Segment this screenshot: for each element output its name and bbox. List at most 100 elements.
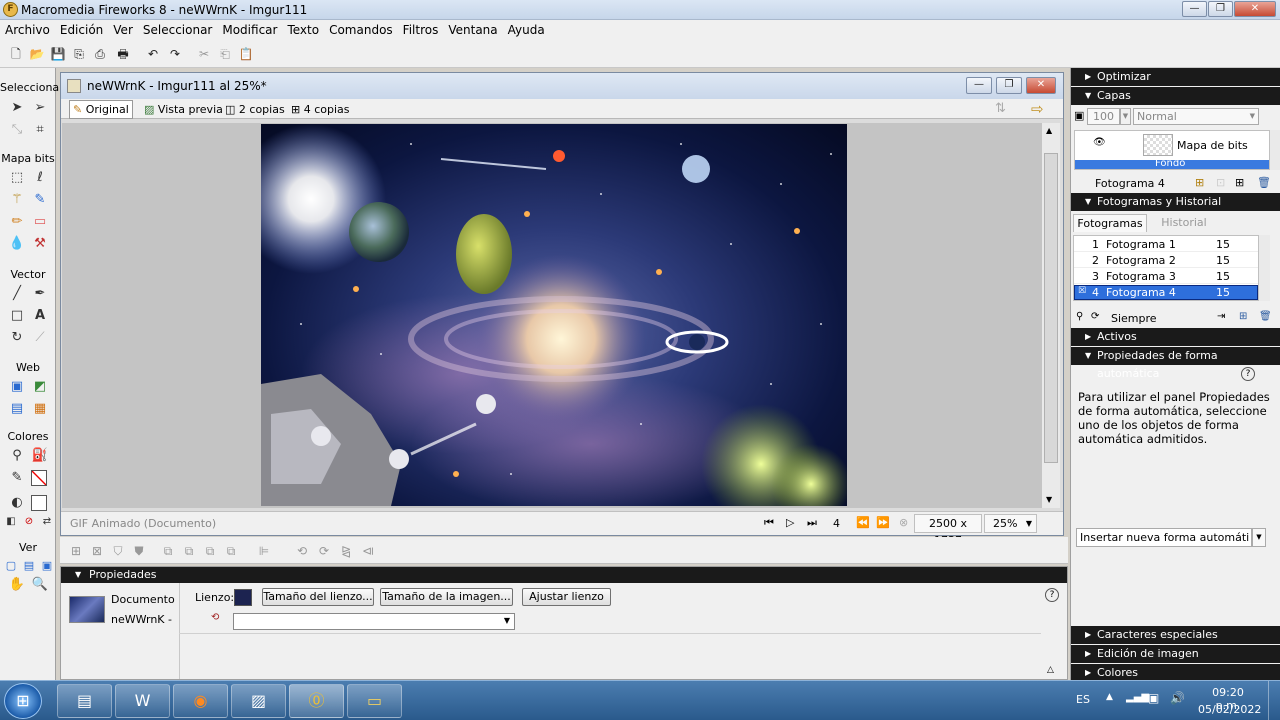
menu-ver[interactable]: Ver	[108, 20, 138, 40]
text-tool-icon[interactable]: A	[31, 307, 49, 325]
space-image[interactable]	[261, 124, 847, 506]
flip-vertical-icon[interactable]: ⧏	[360, 543, 376, 559]
split-icon[interactable]: ⛊	[131, 543, 147, 559]
bring-front-icon[interactable]: ⧉	[160, 543, 176, 559]
copy-icon[interactable]: ⎗	[217, 46, 233, 62]
doc-minimize-button[interactable]: —	[966, 77, 992, 94]
taskbar-folder-icon[interactable]: ▭	[347, 684, 402, 718]
frames-scrollbar[interactable]	[1259, 235, 1270, 301]
hide-slices-icon[interactable]: ▤	[8, 400, 26, 418]
layer-row-selected[interactable]: Fondo	[1075, 158, 1269, 169]
taskbar-firefox-icon[interactable]: ◉	[173, 684, 228, 718]
minimize-button[interactable]: —	[1182, 1, 1207, 17]
menu-seleccionar[interactable]: Seleccionar	[138, 20, 217, 40]
autoshape-panel-header[interactable]: ▼ Propiedades de forma automática	[1071, 347, 1280, 380]
doc-close-button[interactable]: ✕	[1026, 77, 1056, 94]
canvas-color-swatch[interactable]	[234, 589, 252, 606]
layer-lock-icon[interactable]: ▣	[1074, 109, 1084, 122]
eyedropper-tool-icon[interactable]: ⚲	[8, 447, 26, 465]
menu-filtros[interactable]: Filtros	[398, 20, 444, 40]
show-slices-icon[interactable]: ▦	[31, 400, 49, 418]
slice-tool-icon[interactable]: ◩	[31, 378, 49, 396]
paste-icon[interactable]: 📋	[238, 46, 254, 62]
cut-icon[interactable]: ✂	[196, 46, 212, 62]
frames-panel-header[interactable]: ▼ Fotogramas y Historial	[1071, 193, 1280, 211]
pencil-tool-icon[interactable]: ✏	[8, 213, 26, 231]
default-colors-icon[interactable]: ◧	[2, 513, 20, 531]
taskbar-word-icon[interactable]: W	[115, 684, 170, 718]
fill-color-swatch[interactable]	[31, 495, 47, 511]
scrollbar-thumb[interactable]	[1044, 153, 1058, 463]
rubber-stamp-icon[interactable]: ⚒	[31, 235, 49, 253]
marquee-tool-icon[interactable]: ⬚	[8, 169, 26, 187]
fullscreen-icon[interactable]: ▣	[38, 557, 56, 575]
join-icon[interactable]: ⛉	[110, 543, 126, 559]
special-chars-panel-header[interactable]: ▶ Caracteres especiales	[1071, 626, 1280, 644]
layers-panel-header[interactable]: ▼ Capas	[1071, 87, 1280, 105]
image-size-button[interactable]: Tamaño de la imagen...	[380, 588, 513, 606]
paint-bucket-icon[interactable]: ⛽	[31, 447, 49, 465]
menu-ventana[interactable]: Ventana	[443, 20, 502, 40]
canvas-area[interactable]	[62, 123, 1042, 508]
stop-icon[interactable]: ⊗	[899, 516, 908, 529]
blend-mode-select[interactable]: Normal ▼	[1133, 108, 1259, 125]
export-preview-icon[interactable]: ⇨	[1031, 100, 1044, 118]
print-icon[interactable]: 🖶	[115, 46, 131, 62]
opacity-field[interactable]: 100	[1087, 108, 1120, 125]
help-icon[interactable]: ?	[1045, 588, 1059, 602]
knife-tool-icon[interactable]: ⟋	[31, 329, 49, 347]
loop-icon[interactable]: ⟳	[1091, 311, 1099, 322]
scroll-up-arrow-icon[interactable]: ▲	[1046, 126, 1052, 135]
rotate-cw-icon[interactable]: ⟳	[316, 543, 332, 559]
send-back-icon[interactable]: ⧉	[223, 543, 239, 559]
group-icon[interactable]: ⊞	[68, 543, 84, 559]
freeform-tool-icon[interactable]: ↻	[8, 329, 26, 347]
rotate-ccw-icon[interactable]: ⟲	[294, 543, 310, 559]
menu-texto[interactable]: Texto	[282, 20, 324, 40]
standard-screen-icon[interactable]: ▢	[2, 557, 20, 575]
stroke-color-icon[interactable]: ✎	[8, 469, 26, 487]
magic-wand-icon[interactable]: ⚚	[8, 191, 26, 209]
menu-modificar[interactable]: Modificar	[217, 20, 282, 40]
close-button[interactable]: ✕	[1234, 1, 1276, 17]
layers-scrollbar[interactable]	[1270, 130, 1280, 170]
share-layer-icon[interactable]: ⊡	[1216, 176, 1225, 189]
scale-tool-icon[interactable]: ⤡	[8, 121, 26, 139]
loop-setting[interactable]: Siempre	[1111, 312, 1157, 325]
image-edit-panel-header[interactable]: ▶ Edición de imagen	[1071, 645, 1280, 663]
layer-bitmap[interactable]: Mapa de bits	[1177, 139, 1248, 152]
language-indicator[interactable]: ES	[1076, 693, 1090, 706]
help-icon[interactable]: ?	[1241, 367, 1255, 381]
tab-2up[interactable]: ◫ 2 copias	[222, 102, 288, 118]
frame-row-2[interactable]: 2 Fotograma 2 15	[1074, 253, 1258, 268]
tray-arrow-icon[interactable]: ▲	[1106, 692, 1113, 702]
canvas-size-button[interactable]: Tamaño del lienzo...	[262, 588, 374, 606]
vertical-scrollbar[interactable]: ▲ ▼	[1042, 123, 1060, 508]
fill-color-icon[interactable]: ◐	[8, 494, 26, 512]
new-layer-icon[interactable]: ⊞	[1235, 176, 1244, 189]
frame-row-4-selected[interactable]: ☒ 4 Fotograma 4 15	[1074, 285, 1258, 300]
taskbar-fireworks-icon[interactable]: ⓪	[289, 684, 344, 718]
assets-panel-header[interactable]: ▶ Activos	[1071, 328, 1280, 346]
ungroup-icon[interactable]: ⊠	[89, 543, 105, 559]
last-frame-icon[interactable]: ⏭	[807, 516, 817, 530]
volume-icon[interactable]: 🔊	[1170, 691, 1185, 705]
line-tool-icon[interactable]: ╱	[8, 285, 26, 303]
taskbar-explorer-icon[interactable]: ▤	[57, 684, 112, 718]
lasso-tool-icon[interactable]: ℓ	[31, 169, 49, 187]
new-file-icon[interactable]: 🗋	[8, 46, 24, 62]
bring-forward-icon[interactable]: ⧉	[181, 543, 197, 559]
eraser-tool-icon[interactable]: ▭	[31, 213, 49, 231]
menu-ayuda[interactable]: Ayuda	[503, 20, 550, 40]
blur-tool-icon[interactable]: 💧	[8, 235, 26, 253]
zoom-tool-icon[interactable]: 🔍	[31, 576, 49, 594]
new-subfolder-icon[interactable]: ⊞	[1195, 176, 1204, 189]
tab-4up[interactable]: ⊞ 4 copias	[288, 102, 353, 118]
device-icon[interactable]: ▣	[1148, 691, 1159, 705]
menu-edicion[interactable]: Edición	[55, 20, 108, 40]
hand-tool-icon[interactable]: ✋	[8, 576, 26, 594]
flip-horizontal-icon[interactable]: ⧎	[338, 543, 354, 559]
delete-layer-icon[interactable]: 🗑	[1257, 176, 1271, 189]
document-dimensions[interactable]: 2500 x 1737	[914, 514, 982, 547]
zoom-select[interactable]: 25% ▼	[984, 514, 1037, 533]
